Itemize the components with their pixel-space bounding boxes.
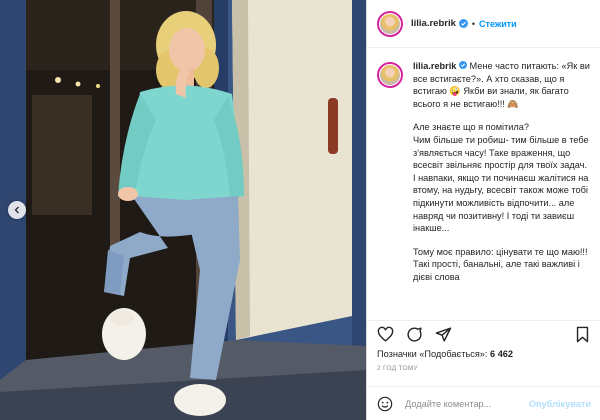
- comment-form: Опублікувати: [367, 386, 600, 420]
- share-icon[interactable]: [435, 326, 452, 343]
- caption-second-paragraph: Але знаєте що я помітила? Чим більше ти …: [413, 122, 589, 234]
- comment-icon[interactable]: [406, 326, 423, 343]
- caption-avatar[interactable]: [377, 62, 403, 88]
- previous-image-button[interactable]: [8, 201, 26, 219]
- verified-badge-icon: [458, 19, 468, 28]
- username-link[interactable]: lilia.rebrik: [411, 18, 456, 29]
- avatar[interactable]: [377, 10, 403, 37]
- likes-number: 6 462: [490, 349, 514, 359]
- post-timestamp[interactable]: 2 ГОД ТОМУ: [377, 365, 418, 372]
- action-bar: [367, 320, 600, 348]
- caption-text: lilia.rebrik Мене часто питають: «Як ви …: [413, 60, 595, 295]
- heart-icon[interactable]: [377, 326, 394, 343]
- separator-dot: •: [471, 18, 476, 29]
- likes-label: Позначки «Подобається»:: [377, 349, 488, 359]
- post-photo: [0, 0, 366, 420]
- chevron-left-icon: [14, 206, 19, 214]
- caption-third-paragraph: Тому моє правило: цінувати те що маю!!! …: [413, 246, 588, 282]
- caption-username[interactable]: lilia.rebrik: [413, 61, 456, 71]
- post-side-panel: lilia.rebrik • Стежити lilia.rebrik Мене…: [366, 0, 600, 420]
- photo-illustration: [0, 0, 366, 420]
- comment-input[interactable]: [405, 398, 529, 409]
- post-header: lilia.rebrik • Стежити: [367, 0, 600, 48]
- follow-button[interactable]: Стежити: [479, 19, 517, 29]
- bookmark-icon[interactable]: [574, 326, 591, 343]
- post-caption: lilia.rebrik Мене часто питають: «Як ви …: [377, 60, 595, 322]
- publish-button[interactable]: Опублікувати: [529, 399, 591, 409]
- verified-badge-icon: [458, 61, 467, 69]
- likes-count[interactable]: Позначки «Подобається»: 6 462: [377, 349, 513, 359]
- emoji-icon[interactable]: [377, 396, 393, 412]
